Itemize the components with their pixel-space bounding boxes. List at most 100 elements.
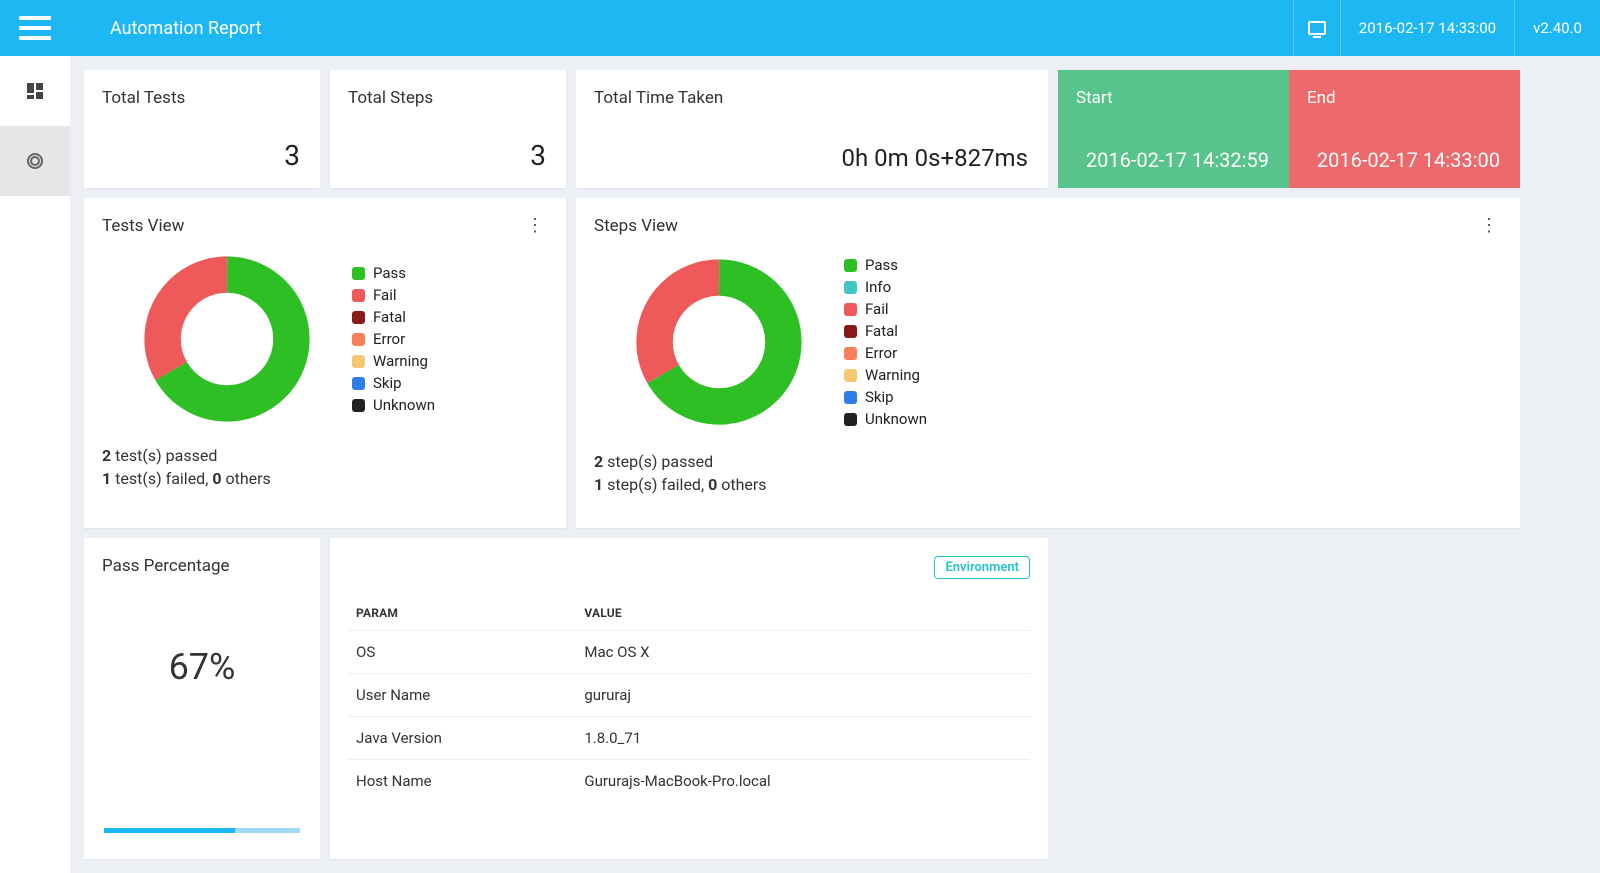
legend-item: Skip bbox=[352, 372, 435, 394]
legend-label: Error bbox=[373, 328, 405, 350]
total-tests-card: Total Tests 3 bbox=[84, 70, 320, 188]
run-start-box: Start 2016-02-17 14:32:59 bbox=[1058, 70, 1289, 188]
env-head-param: PARAM bbox=[348, 596, 576, 631]
legend-item: Fatal bbox=[352, 306, 435, 328]
target-icon bbox=[27, 153, 43, 169]
topbar: Automation Report 2016-02-17 14:33:00 v2… bbox=[0, 0, 1600, 56]
environment-table: PARAM VALUE OSMac OS XUser NamegururajJa… bbox=[348, 596, 1030, 802]
run-start-label: Start bbox=[1076, 88, 1271, 108]
page-title: Automation Report bbox=[70, 18, 1293, 39]
steps-view-card: Steps View ⋮ PassInfoFailFatalErrorWarni… bbox=[576, 198, 1520, 528]
env-head-value: VALUE bbox=[576, 596, 1030, 631]
total-time-value: 0h 0m 0s+827ms bbox=[841, 144, 1028, 172]
legend-item: Unknown bbox=[352, 394, 435, 416]
menu-toggle-button[interactable] bbox=[0, 0, 70, 56]
tests-summary: 2 test(s) passed 1 test(s) failed, 0 oth… bbox=[102, 444, 548, 490]
legend-item: Info bbox=[844, 276, 927, 298]
legend-swatch bbox=[844, 413, 857, 426]
legend-label: Unknown bbox=[865, 408, 927, 430]
sidebar-item-dashboard[interactable] bbox=[0, 56, 70, 126]
legend-swatch bbox=[844, 303, 857, 316]
total-steps-value: 3 bbox=[530, 139, 546, 172]
sidebar-item-analysis[interactable] bbox=[0, 126, 70, 196]
table-row: User Namegururaj bbox=[348, 674, 1030, 717]
legend-swatch bbox=[352, 267, 365, 280]
pass-percentage-card: Pass Percentage 67% bbox=[84, 538, 320, 859]
env-param: OS bbox=[348, 631, 576, 674]
table-row: Host NameGururajs-MacBook-Pro.local bbox=[348, 760, 1030, 803]
monitor-icon bbox=[1308, 21, 1326, 35]
pass-percentage-title: Pass Percentage bbox=[102, 556, 302, 576]
legend-item: Warning bbox=[844, 364, 927, 386]
env-value: gururaj bbox=[576, 674, 1030, 717]
run-end-label: End bbox=[1307, 88, 1502, 108]
app-version: v2.40.0 bbox=[1514, 0, 1600, 56]
legend-label: Warning bbox=[865, 364, 920, 386]
legend-label: Error bbox=[865, 342, 897, 364]
legend-swatch bbox=[844, 281, 857, 294]
environment-card: Environment PARAM VALUE OSMac OS XUser N… bbox=[330, 538, 1048, 859]
legend-item: Unknown bbox=[844, 408, 927, 430]
env-param: User Name bbox=[348, 674, 576, 717]
run-end-box: End 2016-02-17 14:33:00 bbox=[1289, 70, 1520, 188]
legend-item: Error bbox=[352, 328, 435, 350]
table-row: OSMac OS X bbox=[348, 631, 1030, 674]
steps-view-title: Steps View bbox=[594, 216, 678, 236]
tests-donut-chart bbox=[142, 254, 312, 424]
dashboard-icon bbox=[27, 83, 43, 99]
legend-label: Fatal bbox=[373, 306, 406, 328]
table-row: Java Version1.8.0_71 bbox=[348, 717, 1030, 760]
legend-swatch bbox=[352, 377, 365, 390]
legend-item: Error bbox=[844, 342, 927, 364]
legend-item: Fatal bbox=[844, 320, 927, 342]
legend-label: Info bbox=[865, 276, 891, 298]
legend-label: Pass bbox=[865, 254, 898, 276]
legend-label: Fail bbox=[865, 298, 889, 320]
legend-item: Warning bbox=[352, 350, 435, 372]
environment-badge: Environment bbox=[934, 556, 1030, 579]
total-tests-label: Total Tests bbox=[102, 88, 302, 108]
env-value: 1.8.0_71 bbox=[576, 717, 1030, 760]
display-mode-button[interactable] bbox=[1293, 0, 1340, 56]
legend-swatch bbox=[844, 391, 857, 404]
pass-progress-bar bbox=[104, 828, 300, 833]
total-time-label: Total Time Taken bbox=[594, 88, 1030, 108]
legend-item: Pass bbox=[352, 262, 435, 284]
legend-item: Fail bbox=[844, 298, 927, 320]
legend-swatch bbox=[844, 259, 857, 272]
env-param: Java Version bbox=[348, 717, 576, 760]
total-tests-value: 3 bbox=[284, 139, 300, 172]
total-steps-label: Total Steps bbox=[348, 88, 548, 108]
legend-swatch bbox=[352, 399, 365, 412]
legend-swatch bbox=[352, 333, 365, 346]
env-value: Gururajs-MacBook-Pro.local bbox=[576, 760, 1030, 803]
steps-legend: PassInfoFailFatalErrorWarningSkipUnknown bbox=[844, 254, 927, 430]
run-end-value: 2016-02-17 14:33:00 bbox=[1317, 148, 1500, 172]
legend-swatch bbox=[352, 289, 365, 302]
legend-label: Unknown bbox=[373, 394, 435, 416]
content: Total Tests 3 Total Steps 3 Total Time T… bbox=[70, 56, 1600, 873]
total-time-card: Total Time Taken 0h 0m 0s+827ms bbox=[576, 70, 1048, 188]
tests-view-card: Tests View ⋮ PassFailFatalErrorWarningSk… bbox=[84, 198, 566, 528]
legend-label: Fail bbox=[373, 284, 397, 306]
tests-view-title: Tests View bbox=[102, 216, 184, 236]
env-value: Mac OS X bbox=[576, 631, 1030, 674]
report-timestamp: 2016-02-17 14:33:00 bbox=[1340, 0, 1514, 56]
steps-summary: 2 step(s) passed 1 step(s) failed, 0 oth… bbox=[594, 450, 1502, 496]
tests-view-menu-button[interactable]: ⋮ bbox=[522, 217, 548, 235]
legend-label: Warning bbox=[373, 350, 428, 372]
legend-item: Fail bbox=[352, 284, 435, 306]
legend-label: Skip bbox=[865, 386, 894, 408]
legend-swatch bbox=[352, 311, 365, 324]
legend-item: Pass bbox=[844, 254, 927, 276]
legend-label: Fatal bbox=[865, 320, 898, 342]
steps-donut-chart bbox=[634, 257, 804, 427]
pass-percentage-value: 67% bbox=[102, 646, 302, 688]
steps-view-menu-button[interactable]: ⋮ bbox=[1476, 217, 1502, 235]
sidebar bbox=[0, 56, 70, 873]
legend-item: Skip bbox=[844, 386, 927, 408]
run-start-value: 2016-02-17 14:32:59 bbox=[1086, 148, 1269, 172]
tests-legend: PassFailFatalErrorWarningSkipUnknown bbox=[352, 262, 435, 416]
legend-swatch bbox=[844, 347, 857, 360]
legend-swatch bbox=[844, 325, 857, 338]
